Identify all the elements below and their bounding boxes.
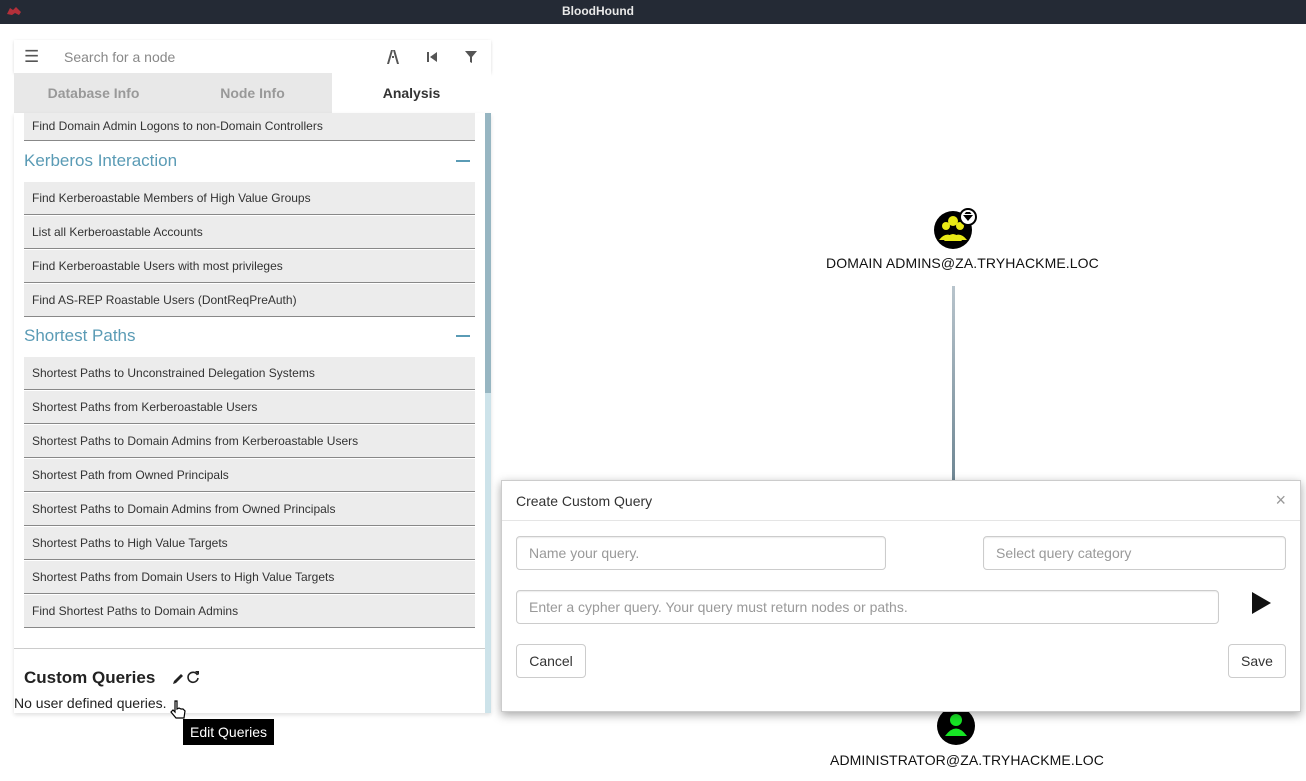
graph-edge[interactable] xyxy=(952,286,955,481)
title-bar: BloodHound xyxy=(0,0,1306,24)
edit-icon[interactable] xyxy=(170,671,186,687)
window-title: BloodHound xyxy=(562,4,634,18)
tab-database-info[interactable]: Database Info xyxy=(14,73,173,113)
query-category-select[interactable] xyxy=(983,536,1286,570)
no-queries-text: No user defined queries. xyxy=(14,695,167,711)
analysis-panel: Find Domain Admin Logons to non-Domain C… xyxy=(14,113,491,713)
filter-icon[interactable] xyxy=(462,48,480,66)
close-icon[interactable]: × xyxy=(1275,491,1286,509)
search-bar: ☰ xyxy=(14,40,491,73)
query-item[interactable]: Find Domain Admin Logons to non-Domain C… xyxy=(24,113,475,141)
query-item[interactable]: Find Kerberoastable Users with most priv… xyxy=(24,250,475,283)
tab-analysis[interactable]: Analysis xyxy=(332,73,491,113)
cypher-query-input[interactable] xyxy=(516,590,1219,624)
user-node-icon[interactable] xyxy=(936,706,976,746)
query-item[interactable]: Find Kerberoastable Members of High Valu… xyxy=(24,182,475,215)
modal-header: Create Custom Query × xyxy=(502,481,1300,521)
query-item[interactable]: Shortest Paths to Domain Admins from Ker… xyxy=(24,425,475,458)
query-item[interactable]: Shortest Path from Owned Principals xyxy=(24,459,475,492)
scrollbar[interactable] xyxy=(485,113,491,713)
section-heading-kerberos[interactable]: Kerberos Interaction xyxy=(24,146,475,176)
section-title: Shortest Paths xyxy=(24,326,136,345)
modal-title: Create Custom Query xyxy=(516,493,653,509)
create-custom-query-modal: Create Custom Query × Cancel Save xyxy=(501,480,1301,712)
cancel-button[interactable]: Cancel xyxy=(516,644,586,678)
menu-icon[interactable]: ☰ xyxy=(24,47,39,67)
query-name-input[interactable] xyxy=(516,536,886,570)
pathfinding-icon[interactable] xyxy=(384,48,402,66)
query-item[interactable]: Find Shortest Paths to Domain Admins xyxy=(24,595,475,628)
query-item[interactable]: Shortest Paths to High Value Targets xyxy=(24,527,475,560)
query-item[interactable]: Shortest Paths from Domain Users to High… xyxy=(24,561,475,594)
query-item[interactable]: List all Kerberoastable Accounts xyxy=(24,216,475,249)
query-item[interactable]: Shortest Paths to Domain Admins from Own… xyxy=(24,493,475,526)
node-label-domain-admins[interactable]: DOMAIN ADMINS@ZA.TRYHACKME.LOC xyxy=(826,255,1099,271)
group-node-icon[interactable] xyxy=(932,207,980,251)
node-label-administrator[interactable]: ADMINISTRATOR@ZA.TRYHACKME.LOC xyxy=(830,752,1104,768)
collapse-icon[interactable] xyxy=(456,335,470,337)
custom-queries-heading: Custom Queries xyxy=(24,668,156,687)
divider xyxy=(14,648,485,649)
save-button[interactable]: Save xyxy=(1228,644,1286,678)
scrollbar-thumb[interactable] xyxy=(485,113,491,393)
play-icon[interactable] xyxy=(1249,590,1273,616)
app-area: DOMAIN ADMINS@ZA.TRYHACKME.LOC ADMINISTR… xyxy=(0,24,1306,781)
query-item[interactable]: Find AS-REP Roastable Users (DontReqPreA… xyxy=(24,284,475,317)
tab-node-info[interactable]: Node Info xyxy=(173,73,332,113)
tooltip: Edit Queries xyxy=(183,719,275,745)
query-item[interactable]: Shortest Paths to Unconstrained Delegati… xyxy=(24,357,475,390)
tab-bar: Database Info Node Info Analysis xyxy=(14,73,491,113)
search-input[interactable] xyxy=(54,44,374,70)
section-title: Kerberos Interaction xyxy=(24,151,178,170)
query-item[interactable]: Shortest Paths from Kerberoastable Users xyxy=(24,391,475,424)
hand-cursor-icon xyxy=(170,700,186,719)
section-heading-shortest-paths[interactable]: Shortest Paths xyxy=(24,321,475,351)
collapse-icon[interactable] xyxy=(456,160,470,162)
refresh-icon[interactable] xyxy=(186,670,200,684)
back-icon[interactable] xyxy=(423,48,441,66)
